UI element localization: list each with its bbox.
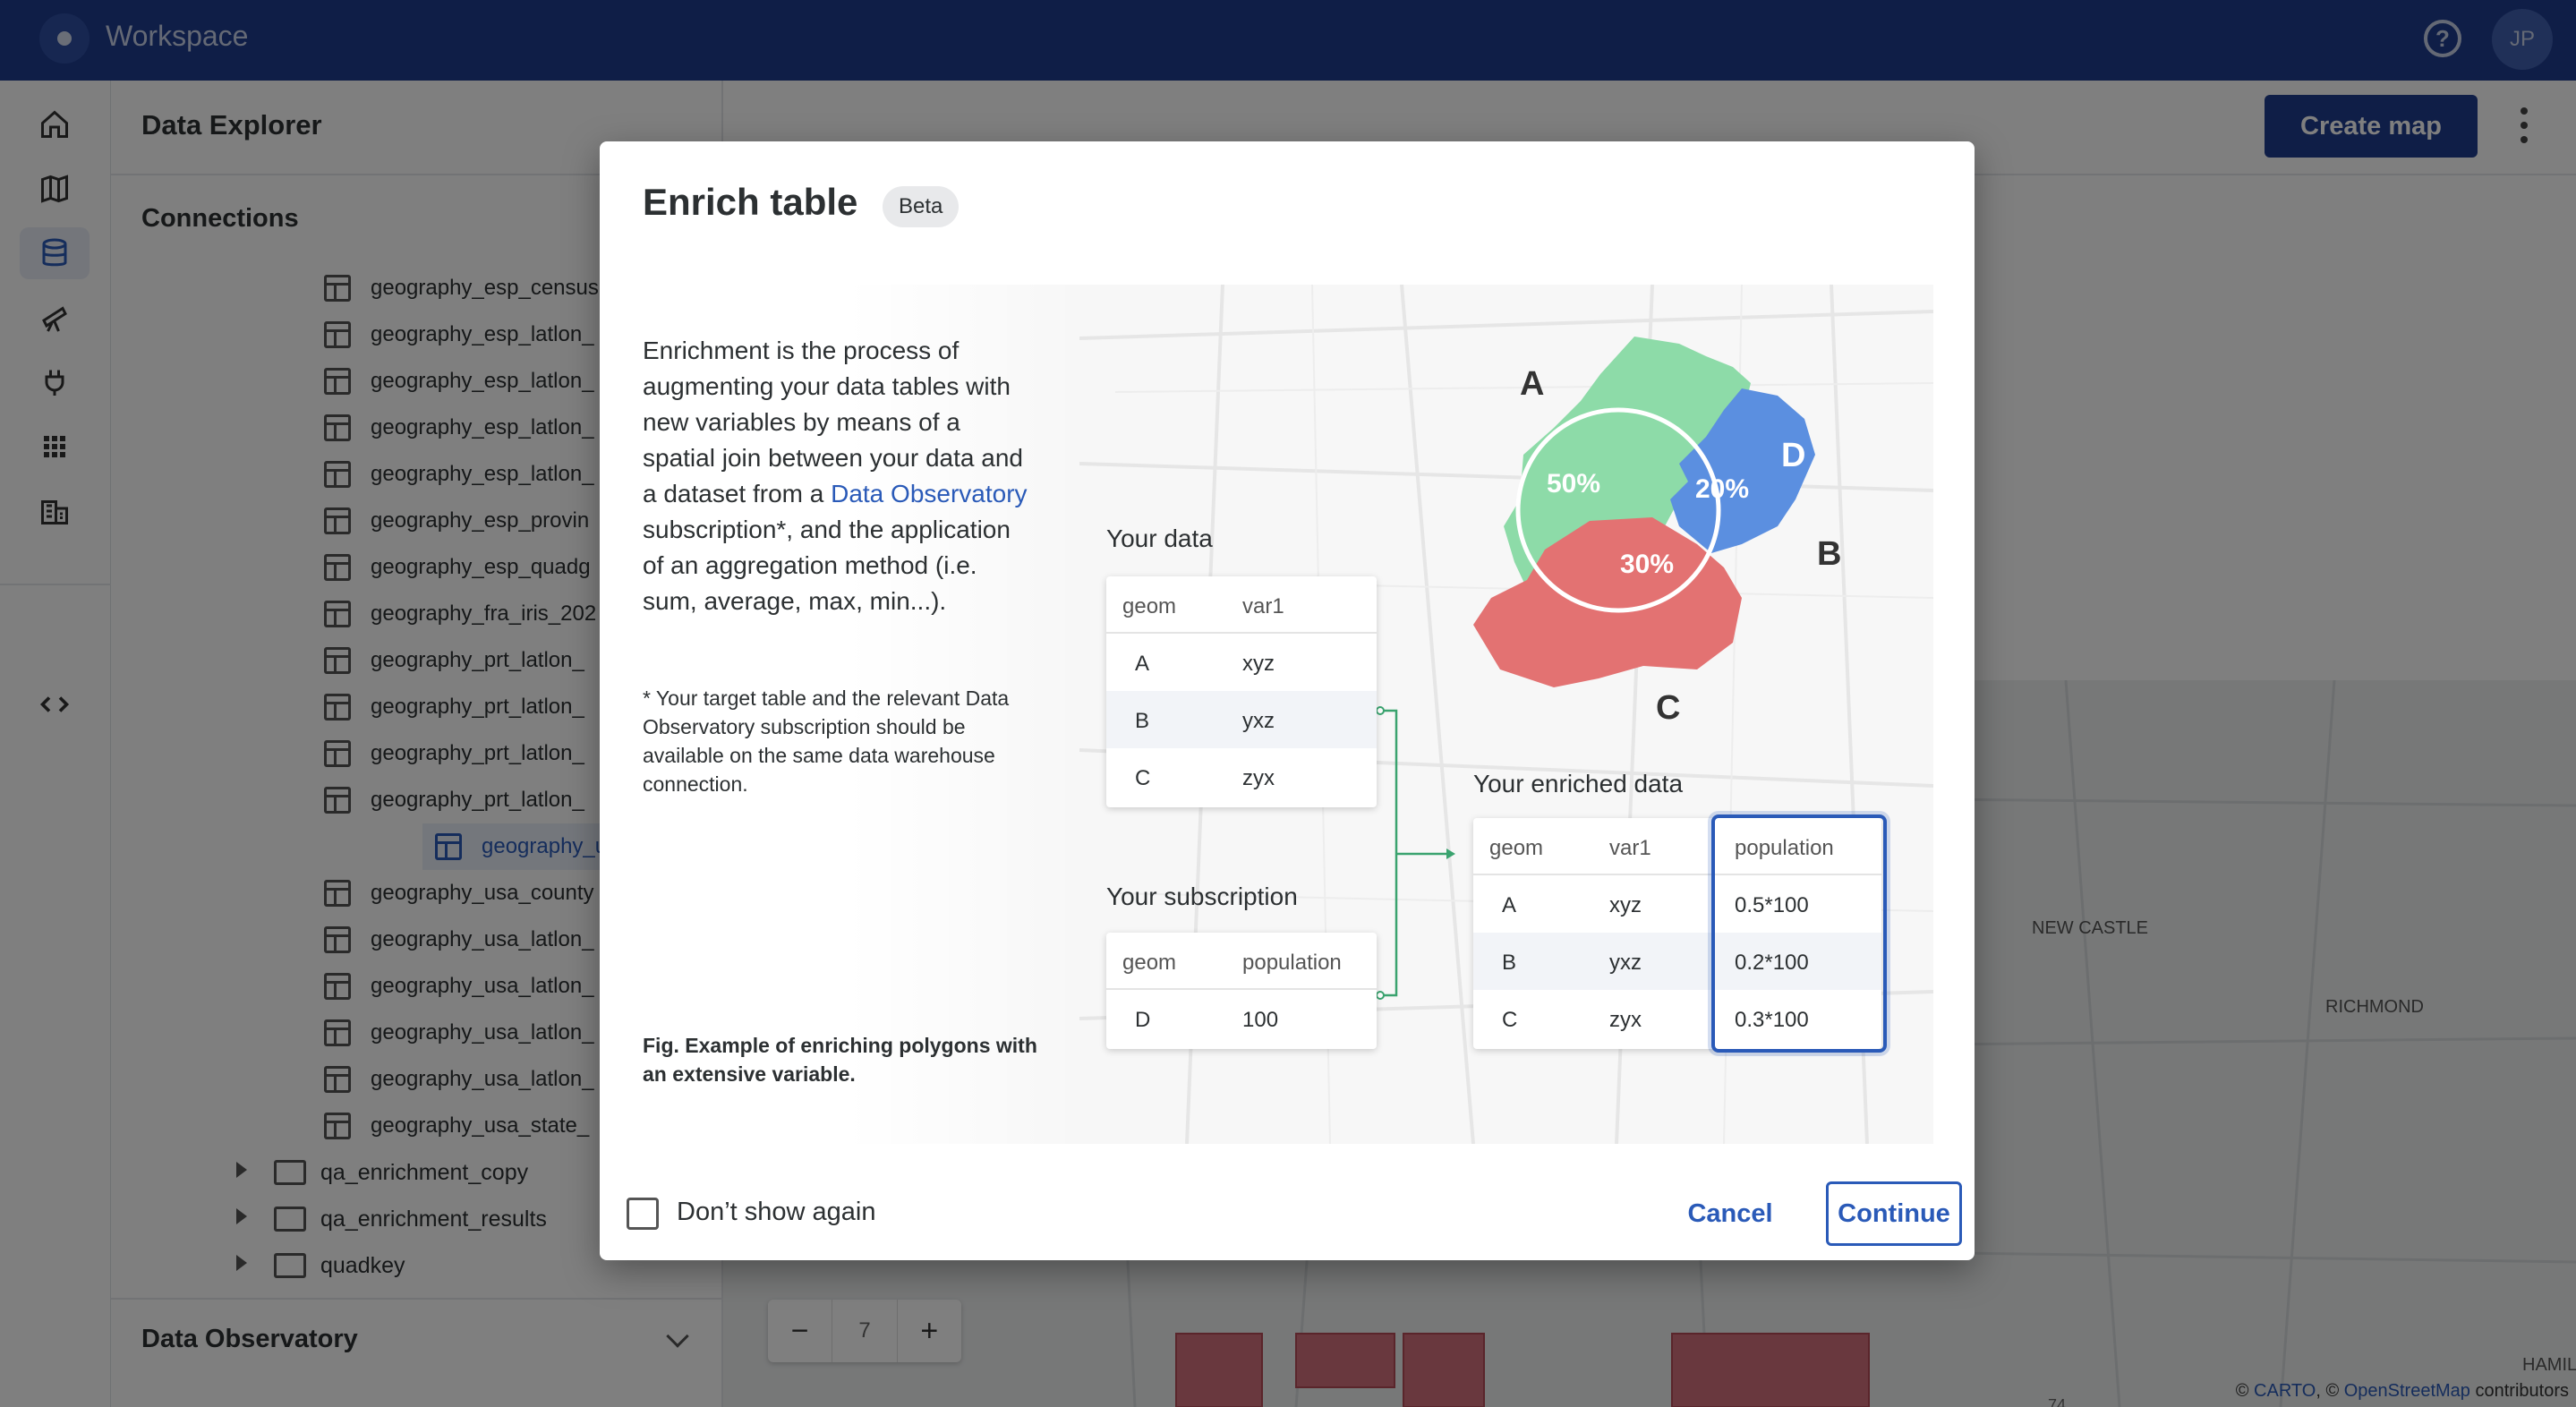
table-cell: yxz bbox=[1242, 709, 1275, 733]
your-enriched-data-title: Your enriched data bbox=[1473, 770, 1684, 797]
table-row: Byxz bbox=[1106, 691, 1377, 748]
polygon-label-b: B bbox=[1817, 535, 1842, 573]
polygon-label-c: C bbox=[1656, 689, 1681, 727]
table-cell: B bbox=[1502, 951, 1517, 975]
your-subscription-table: geom population D 100 bbox=[1106, 933, 1377, 1049]
dialog-note: * Your target table and the relevant Dat… bbox=[643, 686, 1010, 796]
share-label-a: 50% bbox=[1547, 469, 1601, 499]
figure-caption: Fig. Example of enriching polygons with … bbox=[643, 1034, 1037, 1086]
table-cell: D bbox=[1135, 1008, 1151, 1032]
table-cell: xyz bbox=[1609, 893, 1642, 917]
column-header: population bbox=[1242, 951, 1342, 975]
your-subscription-title: Your subscription bbox=[1106, 883, 1298, 910]
table-cell: zyx bbox=[1242, 766, 1275, 790]
column-header: geom bbox=[1489, 836, 1544, 860]
column-header: geom bbox=[1122, 951, 1177, 975]
dont-show-again-label[interactable]: Don’t show again bbox=[677, 1198, 875, 1227]
share-label-c: 30% bbox=[1620, 550, 1675, 579]
table-header-row: geom var1 bbox=[1106, 576, 1377, 634]
table-row: D 100 bbox=[1106, 990, 1377, 1047]
column-header: var1 bbox=[1609, 836, 1651, 860]
table-cell: C bbox=[1502, 1008, 1518, 1032]
table-row: Axyz bbox=[1106, 634, 1377, 691]
column-header: geom bbox=[1122, 594, 1177, 618]
table-cell: A bbox=[1502, 893, 1517, 917]
beta-badge: Beta bbox=[883, 186, 960, 227]
table-cell: zyx bbox=[1609, 1008, 1642, 1032]
table-cell: C bbox=[1135, 766, 1151, 790]
share-label-b: 20% bbox=[1695, 474, 1750, 504]
table-cell: yxz bbox=[1609, 951, 1642, 975]
continue-button[interactable]: Continue bbox=[1826, 1181, 1962, 1246]
dialog-title: Enrich table bbox=[643, 181, 858, 223]
column-header: var1 bbox=[1242, 594, 1284, 618]
table-cell: xyz bbox=[1242, 652, 1275, 676]
dont-show-again-checkbox[interactable] bbox=[627, 1198, 659, 1230]
new-column-highlight bbox=[1711, 814, 1887, 1053]
description-text: subscription*, and the application of an… bbox=[643, 516, 1011, 615]
table-cell: 100 bbox=[1242, 1008, 1279, 1032]
table-row: Czyx bbox=[1106, 748, 1377, 806]
polygon-label-a: A bbox=[1520, 365, 1545, 403]
dialog-description: Enrichment is the process of augmenting … bbox=[643, 333, 1036, 619]
table-header-row: geom population bbox=[1106, 933, 1377, 990]
table-cell: B bbox=[1135, 709, 1150, 733]
table-cell: A bbox=[1135, 652, 1150, 676]
cancel-button[interactable]: Cancel bbox=[1654, 1181, 1806, 1246]
data-observatory-link[interactable]: Data Observatory bbox=[831, 480, 1027, 507]
enrich-table-dialog: Enrich table Beta A D B C 50% 20% 30% Yo… bbox=[600, 141, 1975, 1260]
your-data-table: geom var1 Axyz Byxz Czyx bbox=[1106, 576, 1377, 807]
your-data-title: Your data bbox=[1106, 524, 1213, 552]
polygon-label-d: D bbox=[1781, 437, 1806, 474]
